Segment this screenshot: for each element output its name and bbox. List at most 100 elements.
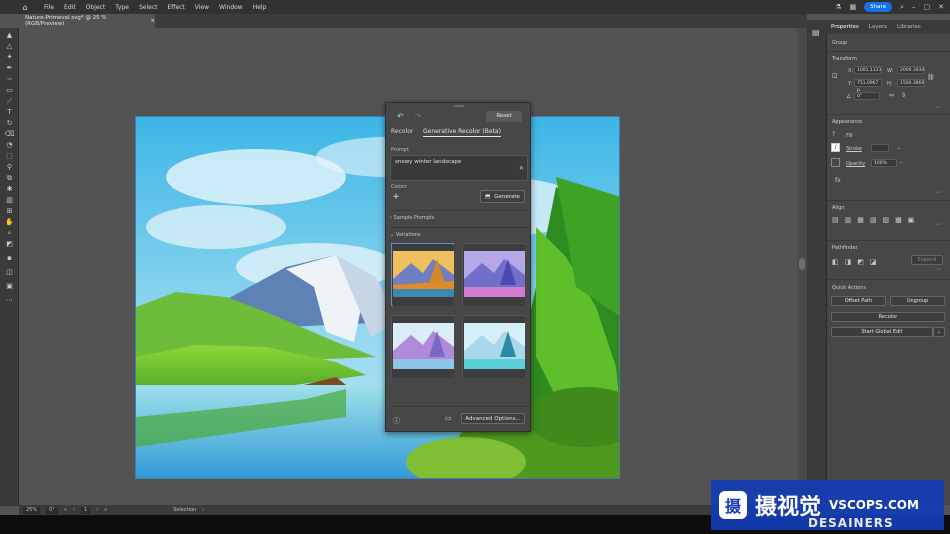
- menu-help[interactable]: Help: [253, 4, 267, 11]
- graph-tool-icon[interactable]: ▥: [4, 196, 15, 205]
- fx-icon[interactable]: fx: [835, 177, 841, 184]
- x-field[interactable]: 1001.1123: [854, 66, 882, 74]
- zoom-tool-icon[interactable]: ⌕: [4, 229, 15, 238]
- fill-question-icon[interactable]: ?: [832, 131, 835, 138]
- info-icon[interactable]: ⓘ: [393, 416, 400, 426]
- share-button[interactable]: Share: [864, 2, 893, 12]
- more-options-icon[interactable]: ⋯: [935, 266, 941, 273]
- menu-type[interactable]: Type: [115, 4, 129, 11]
- menu-file[interactable]: File: [44, 4, 54, 11]
- screen-mode-icon[interactable]: ▣: [4, 282, 15, 291]
- stroke-dropdown-chevron-icon[interactable]: ⌄: [897, 145, 901, 151]
- opacity-label[interactable]: Opacity: [846, 161, 865, 167]
- variation-thumbnail[interactable]: [462, 243, 525, 306]
- eraser-tool-icon[interactable]: ⌫: [4, 130, 15, 139]
- hand-tool-icon[interactable]: ✋: [4, 218, 15, 227]
- symbol-sprayer-tool-icon[interactable]: ✱: [4, 185, 15, 194]
- opacity-field[interactable]: 100%: [871, 159, 897, 167]
- free-transform-tool-icon[interactable]: ⬚: [4, 152, 15, 161]
- vertical-scrollbar[interactable]: [797, 28, 807, 505]
- artboard-prev-icon[interactable]: ‹: [73, 507, 75, 513]
- rotate-tool-icon[interactable]: ↻: [4, 119, 15, 128]
- menu-window[interactable]: Window: [219, 4, 243, 11]
- fill-stroke-swatch-icon[interactable]: ◩: [4, 240, 15, 249]
- shape-builder-tool-icon[interactable]: ◔: [4, 141, 15, 150]
- y-field[interactable]: 751.0967 p: [854, 79, 882, 93]
- opacity-swatch-icon[interactable]: [831, 158, 840, 167]
- color-mode-icon[interactable]: ▪: [4, 254, 15, 263]
- direct-selection-tool-icon[interactable]: △: [4, 42, 15, 51]
- link-icon[interactable]: ⛓: [927, 74, 935, 81]
- artboard-tool-icon[interactable]: ⊞: [4, 207, 15, 216]
- tab-properties[interactable]: Properties: [831, 24, 859, 30]
- edit-toolbar-icon[interactable]: ⋯: [4, 296, 15, 305]
- status-arrow-icon[interactable]: ›: [202, 507, 204, 513]
- pen-tool-icon[interactable]: ✒: [4, 64, 15, 73]
- minimize-icon[interactable]: –: [912, 3, 916, 11]
- clear-prompt-icon[interactable]: ✕: [519, 165, 524, 172]
- opacity-arrow-icon[interactable]: ›: [900, 160, 902, 166]
- flip-horizontal-icon[interactable]: ⇔: [889, 92, 894, 99]
- variation-thumbnail[interactable]: [462, 315, 525, 378]
- offset-path-button[interactable]: Offset Path: [831, 296, 886, 306]
- start-global-edit-button[interactable]: Start Global Edit: [831, 327, 933, 337]
- global-edit-dropdown-chevron-icon[interactable]: ⌄: [933, 327, 945, 337]
- tab-libraries[interactable]: Libraries: [897, 24, 921, 30]
- curvature-tool-icon[interactable]: ∽: [4, 75, 15, 84]
- align-icons[interactable]: ▤▥▦▧▨▩▣: [832, 216, 920, 224]
- variations-section[interactable]: ⌄ Variations: [390, 232, 421, 238]
- reset-button[interactable]: Reset: [486, 111, 522, 122]
- tab-layers[interactable]: Layers: [869, 24, 887, 30]
- menu-object[interactable]: Object: [86, 4, 106, 11]
- rectangle-tool-icon[interactable]: ▭: [4, 86, 15, 95]
- selection-tool-icon[interactable]: ▲: [4, 31, 15, 40]
- eyedropper-tool-icon[interactable]: ⚲: [4, 163, 15, 172]
- menu-view[interactable]: View: [195, 4, 209, 11]
- variation-thumbnail[interactable]: [391, 315, 454, 378]
- magic-wand-tool-icon[interactable]: ✦: [4, 53, 15, 62]
- more-options-icon[interactable]: ⋯: [935, 104, 941, 111]
- close-icon[interactable]: ✕: [938, 3, 944, 11]
- angle-field[interactable]: 0°: [854, 92, 880, 100]
- rotation-field[interactable]: 0°: [46, 506, 58, 514]
- pathfinder-icons[interactable]: ◧◨◩◪: [832, 258, 882, 266]
- recolor-button[interactable]: Recolor: [831, 312, 945, 322]
- type-tool-icon[interactable]: T: [4, 108, 15, 117]
- expand-button[interactable]: Expand: [911, 255, 943, 265]
- search-icon[interactable]: ⌕: [900, 3, 904, 12]
- comments-icon[interactable]: ▤: [812, 28, 820, 37]
- reference-point-icon[interactable]: ⊡: [832, 72, 838, 80]
- advanced-options-button[interactable]: Advanced Options...: [461, 413, 525, 424]
- stroke-weight-field[interactable]: [871, 144, 889, 152]
- blend-tool-icon[interactable]: ⧉: [4, 174, 15, 183]
- h-field[interactable]: 1500.3866: [897, 79, 925, 87]
- menu-select[interactable]: Select: [139, 4, 158, 11]
- flask-icon[interactable]: ⚗: [835, 3, 841, 11]
- undo-icon[interactable]: ↶: [397, 112, 404, 121]
- add-color-icon[interactable]: +: [391, 192, 401, 202]
- folder-icon[interactable]: ▭: [445, 414, 452, 422]
- more-options-icon[interactable]: ⋯: [935, 221, 941, 228]
- draw-mode-icon[interactable]: ◫: [4, 268, 15, 277]
- menu-edit[interactable]: Edit: [64, 4, 76, 11]
- artboard-field[interactable]: 1: [80, 506, 91, 514]
- stroke-label[interactable]: Stroke: [846, 146, 862, 152]
- redo-icon[interactable]: ↷: [415, 112, 422, 121]
- tab-recolor[interactable]: Recolor: [391, 128, 413, 135]
- paintbrush-tool-icon[interactable]: ⟋: [4, 97, 15, 106]
- variation-thumbnail[interactable]: [391, 243, 454, 306]
- workspace-icon[interactable]: ▦: [850, 3, 857, 11]
- w-field[interactable]: 2000.3934: [897, 66, 925, 74]
- flip-vertical-icon[interactable]: ⇕: [901, 92, 906, 99]
- artwork-landscape[interactable]: [135, 116, 620, 479]
- artboard-first-icon[interactable]: «: [64, 507, 67, 513]
- panel-drag-handle[interactable]: [454, 105, 464, 107]
- maximize-icon[interactable]: ▢: [924, 3, 931, 11]
- menu-effect[interactable]: Effect: [168, 4, 185, 11]
- document-tab[interactable]: Nature-Primeval.svg* @ 25 % (RGB/Preview…: [19, 14, 155, 28]
- more-options-icon[interactable]: ⋯: [935, 189, 941, 196]
- stroke-swatch-icon[interactable]: /: [831, 143, 840, 152]
- zoom-field[interactable]: 25%: [23, 506, 41, 514]
- generate-button[interactable]: ⬒ Generate: [480, 190, 525, 203]
- prompt-input[interactable]: snowy winter landscape ✕: [390, 155, 528, 181]
